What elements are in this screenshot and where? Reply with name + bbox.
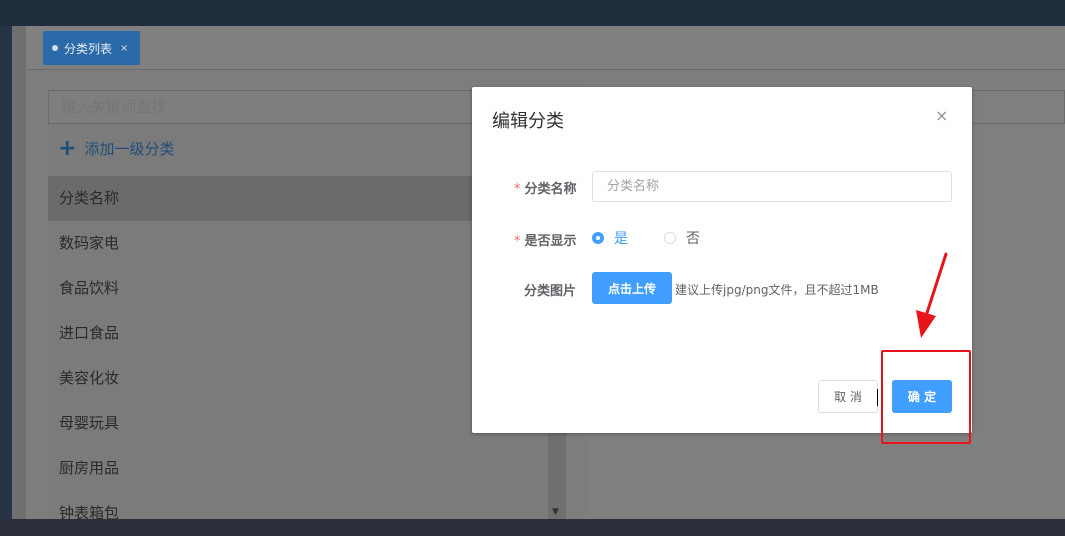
cancel-button[interactable]: 取 消 bbox=[818, 380, 878, 413]
side-rail bbox=[0, 26, 26, 519]
add-top-category-label: 添加一级分类 bbox=[84, 140, 175, 158]
tab-category-list[interactable]: 分类列表 × bbox=[43, 31, 140, 65]
radio-no-label: 否 bbox=[686, 231, 700, 247]
radio-visible-no[interactable]: 否 bbox=[664, 228, 700, 248]
radio-unchecked-icon bbox=[664, 232, 676, 244]
category-name-label: * 分类名称 bbox=[514, 178, 577, 197]
list-item[interactable]: 钟表箱包 bbox=[48, 491, 548, 536]
close-icon[interactable]: × bbox=[935, 106, 948, 125]
is-visible-label: * 是否显示 bbox=[514, 230, 577, 249]
radio-yes-label: 是 bbox=[614, 231, 628, 247]
add-top-category-button[interactable]: + 添加一级分类 bbox=[58, 135, 175, 161]
tab-close-icon[interactable]: × bbox=[120, 43, 128, 54]
dialog-title: 编辑分类 bbox=[492, 111, 564, 132]
tab-active-dot-icon bbox=[52, 45, 58, 51]
radio-visible-yes[interactable]: 是 bbox=[592, 228, 628, 248]
category-name-field[interactable] bbox=[592, 171, 952, 202]
upload-hint: 建议上传jpg/png文件，且不超过1MB bbox=[675, 283, 879, 297]
tabs-bar: 分类列表 × bbox=[26, 26, 1065, 70]
is-visible-label-text: 是否显示 bbox=[524, 234, 577, 249]
tab-label: 分类列表 bbox=[64, 41, 113, 56]
category-image-label: 分类图片 bbox=[524, 284, 577, 299]
list-item[interactable]: 厨房用品 bbox=[48, 446, 548, 491]
category-name-label-text: 分类名称 bbox=[524, 182, 577, 197]
annotation-highlight-box bbox=[881, 350, 971, 444]
required-mark: * bbox=[514, 234, 521, 249]
text-cursor bbox=[877, 389, 878, 406]
radio-checked-icon bbox=[592, 232, 604, 244]
annotation-arrow-icon bbox=[916, 252, 948, 338]
scroll-down-icon[interactable]: ▼ bbox=[552, 507, 559, 517]
required-mark: * bbox=[514, 182, 521, 197]
upload-button[interactable]: 点击上传 bbox=[592, 272, 672, 304]
plus-icon: + bbox=[58, 135, 77, 161]
top-bar bbox=[0, 0, 1065, 26]
